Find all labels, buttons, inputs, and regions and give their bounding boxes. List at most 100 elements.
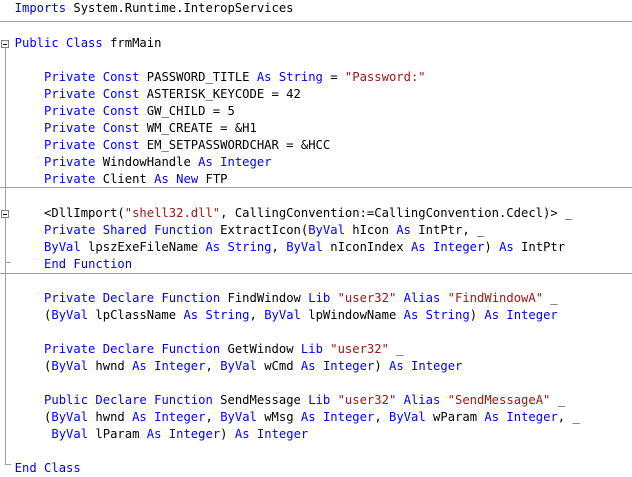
keyword-token: Declare <box>95 393 147 407</box>
code-line[interactable]: End Function <box>44 256 132 273</box>
keyword-token: Private <box>44 121 96 135</box>
code-line[interactable]: ByVal lParam As Integer) As Integer <box>51 426 308 443</box>
code-token: _ <box>388 342 404 356</box>
keyword-token: ByVal <box>286 240 323 254</box>
keyword-token: Private <box>44 172 96 186</box>
keyword-token: As <box>205 240 221 254</box>
code-token: WM_CREATE = &H1 <box>139 121 257 135</box>
keyword-token: Integer <box>220 155 272 169</box>
code-line[interactable]: Private Const ASTERISK_KEYCODE = 42 <box>44 86 301 103</box>
keyword-token: ByVal <box>51 410 89 424</box>
code-line[interactable]: (ByVal hwnd As Integer, ByVal wCmd As In… <box>44 358 462 375</box>
keyword-token: End <box>14 461 37 475</box>
code-token: , <box>249 308 265 322</box>
keyword-token: ByVal <box>264 308 301 322</box>
code-line[interactable]: Private Declare Function FindWindow Lib … <box>44 290 558 307</box>
keyword-token: As <box>234 427 250 441</box>
code-line[interactable]: <DllImport("shell32.dll", CallingConvent… <box>44 205 572 222</box>
keyword-token: As <box>300 359 316 373</box>
code-token: lpszExeFileName <box>80 240 206 254</box>
keyword-token: Shared <box>102 223 147 237</box>
keyword-token: String <box>205 308 250 322</box>
code-token: PASSWORD_TITLE <box>139 70 257 84</box>
keyword-token: Lib <box>308 393 331 407</box>
code-token: Client <box>95 172 155 186</box>
keyword-token: Integer <box>506 308 558 322</box>
code-token: , CallingConvention:=CallingConvention.C… <box>220 206 573 220</box>
code-token: frmMain <box>102 36 162 50</box>
code-token: IntPtr <box>513 240 566 254</box>
keyword-token: As <box>146 427 162 441</box>
code-line[interactable]: Public Class frmMain <box>15 35 162 52</box>
code-line[interactable]: (ByVal lpClassName As String, ByVal lpWi… <box>44 307 558 324</box>
string-token: "shell32.dll" <box>124 206 221 220</box>
code-line[interactable]: Private Const GW_CHILD = 5 <box>44 103 235 120</box>
keyword-token: Private <box>44 87 96 101</box>
code-line[interactable]: Private Shared Function ExtractIcon(ByVa… <box>44 222 484 239</box>
code-line[interactable]: ByVal lpszExeFileName As String, ByVal n… <box>44 239 565 256</box>
collapse-box-icon[interactable] <box>1 40 9 48</box>
keyword-token: Integer <box>433 240 485 254</box>
keyword-token: Integer <box>154 359 206 373</box>
keyword-token: ByVal <box>220 359 257 373</box>
keyword-token: Lib <box>300 342 323 356</box>
code-line[interactable]: End Class <box>15 460 81 477</box>
string-token: "user32" <box>337 393 397 407</box>
string-token: "Password:" <box>344 70 426 84</box>
code-token: System.Runtime.InteropServices <box>66 1 294 15</box>
keyword-token: End <box>44 257 67 271</box>
keyword-token: Private <box>44 291 96 305</box>
code-token: _ <box>550 393 566 407</box>
keyword-token: ByVal <box>51 427 89 441</box>
collapse-box-icon[interactable] <box>1 210 9 218</box>
keyword-token: Class <box>44 461 81 475</box>
code-line[interactable]: Public Declare Function SendMessage Lib … <box>44 392 565 409</box>
code-token: FindWindow <box>220 291 309 305</box>
code-token: wCmd <box>256 359 301 373</box>
keyword-token: Private <box>44 155 96 169</box>
code-line[interactable]: Private Const PASSWORD_TITLE As String =… <box>44 69 426 86</box>
code-token: , <box>374 410 389 424</box>
code-token: , <box>205 410 221 424</box>
code-token: = <box>322 70 345 84</box>
code-token: FTP <box>198 172 228 186</box>
keyword-token: Function <box>161 291 221 305</box>
keyword-token: Class <box>66 36 103 50</box>
keyword-token: As <box>389 359 404 373</box>
code-token: nIconIndex <box>322 240 411 254</box>
code-line[interactable]: Private Client As New FTP <box>44 171 227 188</box>
code-token: lpWindowName <box>300 308 404 322</box>
code-line[interactable]: Private WindowHandle As Integer <box>44 154 272 171</box>
procedure-separator <box>0 273 632 274</box>
keyword-token: As <box>183 308 199 322</box>
code-line[interactable]: Imports System.Runtime.InteropServices <box>15 0 294 17</box>
code-token: IntPtr, _ <box>410 223 485 237</box>
keyword-token: As <box>154 172 169 186</box>
keyword-token: ByVal <box>51 308 89 322</box>
code-editor[interactable]: Imports System.Runtime.InteropServices Pu… <box>0 0 632 477</box>
code-token: ) <box>374 359 389 373</box>
code-line[interactable]: (ByVal hwnd As Integer, ByVal wMsg As In… <box>44 409 580 426</box>
keyword-token: ByVal <box>51 359 89 373</box>
code-line[interactable]: Private Const EM_SETPASSWORDCHAR = &HCC <box>44 137 330 154</box>
keyword-token: Integer <box>411 359 463 373</box>
code-line[interactable]: Private Declare Function GetWindow Lib "… <box>44 341 404 358</box>
keyword-token: As <box>132 410 147 424</box>
keyword-token: Function <box>73 257 133 271</box>
keyword-token: Alias <box>403 393 441 407</box>
keyword-token: String <box>425 308 470 322</box>
code-line[interactable]: Private Const WM_CREATE = &H1 <box>44 120 257 137</box>
keyword-token: Const <box>102 121 140 135</box>
